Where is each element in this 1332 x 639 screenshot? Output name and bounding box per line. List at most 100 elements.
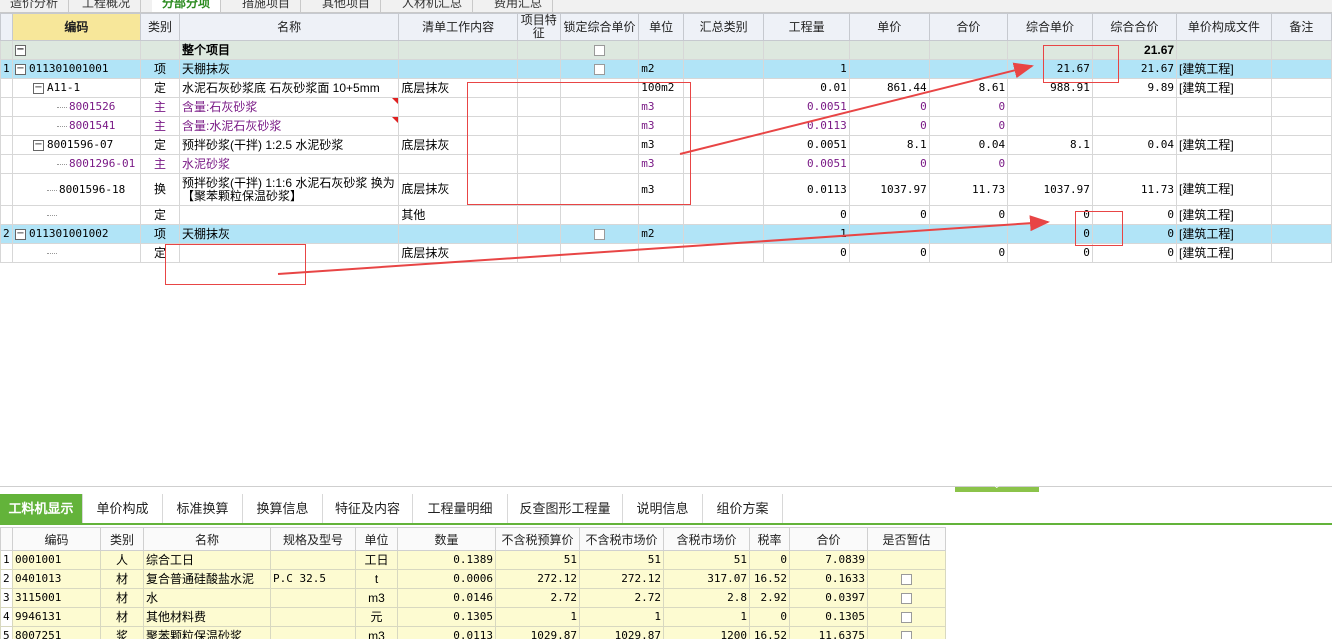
row-name[interactable]: 含量:石灰砂浆 — [179, 97, 400, 117]
row-qty[interactable]: 1 — [763, 59, 850, 79]
row-tax-market[interactable]: 1 — [663, 607, 750, 627]
table-row[interactable]: 1 0001001 人 综合工日 工日 0.1389 51 51 51 0 7.… — [0, 550, 946, 570]
header-unit[interactable]: 单位 — [355, 527, 398, 551]
header-summary-type[interactable]: 汇总类别 — [682, 13, 765, 41]
header-name[interactable]: 名称 — [143, 527, 271, 551]
row-qty[interactable]: 0 — [763, 205, 850, 225]
tab-measures[interactable]: 措施项目 — [232, 0, 302, 12]
tab-unit-price-composition[interactable]: 单价构成 — [83, 494, 163, 523]
row-name[interactable] — [179, 205, 400, 225]
table-row[interactable]: 2 0401013 材 复合普通硅酸盐水泥 P.C 32.5 t 0.0006 … — [0, 569, 946, 589]
tab-fee-summary[interactable]: 费用汇总 — [484, 0, 554, 12]
row-name[interactable]: 预拌砂浆(干拌) 1:2.5 水泥砂浆 — [179, 135, 400, 155]
tab-graphic-quantity[interactable]: 反查图形工程量 — [508, 494, 623, 523]
provisional-checkbox[interactable] — [901, 611, 912, 623]
row-content[interactable] — [398, 224, 518, 244]
row-code[interactable]: 9946131 — [12, 607, 101, 627]
row-tax-rate[interactable]: 16.52 — [749, 626, 790, 639]
table-row-project[interactable]: − 整个项目 21.67 — [0, 40, 1332, 60]
row-tax-rate[interactable]: 2.92 — [749, 588, 790, 608]
row-name[interactable]: 天棚抹灰 — [179, 224, 400, 244]
row-spec[interactable] — [270, 607, 356, 627]
row-tax-market[interactable]: 317.07 — [663, 569, 750, 589]
row-tax-market[interactable]: 2.8 — [663, 588, 750, 608]
row-content[interactable] — [398, 59, 518, 79]
row-name[interactable]: 预拌砂浆(干拌) 1:1:6 水泥石灰砂浆 换为【聚苯颗粒保温砂浆】 — [179, 173, 400, 206]
row-pre-tax-market[interactable]: 51 — [579, 550, 664, 570]
tab-project-overview[interactable]: 工程概况 — [72, 0, 142, 12]
row-unit[interactable]: m3 — [355, 588, 398, 608]
row-tax-rate[interactable]: 0 — [749, 550, 790, 570]
row-qty[interactable]: 0.01 — [763, 78, 850, 98]
table-row[interactable]: 4 9946131 材 其他材料费 元 0.1305 1 1 1 0 0.130… — [0, 607, 946, 627]
row-qty[interactable]: 0.0113 — [763, 116, 850, 136]
row-qty[interactable]: 0.0051 — [763, 97, 850, 117]
row-qty[interactable]: 0.0146 — [397, 588, 496, 608]
tab-labor-material-summary[interactable]: 人材机汇总 — [392, 0, 474, 12]
header-provisional[interactable]: 是否暂估 — [867, 527, 946, 551]
header-spec[interactable]: 规格及型号 — [270, 527, 356, 551]
row-tax-rate[interactable]: 0 — [749, 607, 790, 627]
tab-quantity-detail[interactable]: 工程量明细 — [413, 494, 508, 523]
header-feature[interactable]: 项目特征 — [516, 13, 561, 41]
header-type[interactable]: 类别 — [139, 13, 181, 41]
row-price-file[interactable]: [建筑工程] — [1176, 224, 1272, 244]
header-name[interactable]: 名称 — [179, 13, 400, 41]
row-qty[interactable]: 0.0051 — [763, 135, 850, 155]
header-content[interactable]: 清单工作内容 — [398, 13, 518, 41]
header-tax-market[interactable]: 含税市场价 — [663, 527, 750, 551]
row-name[interactable]: 综合工日 — [143, 550, 271, 570]
header-remark[interactable]: 备注 — [1270, 13, 1332, 41]
row-pre-tax-market[interactable]: 2.72 — [579, 588, 664, 608]
table-row[interactable]: 2 −011301001002 项 天棚抹灰 m2 1 0 0 [建筑工程] — [0, 224, 1332, 244]
collapse-icon[interactable]: − — [14, 63, 26, 75]
row-qty[interactable]: 0.0113 — [397, 626, 496, 639]
row-name[interactable]: 水泥石灰砂浆底 石灰砂浆面 10+5mm — [179, 78, 400, 98]
tab-labor-material-machine[interactable]: 工料机显示 — [0, 494, 83, 523]
row-tax-market[interactable]: 1200 — [663, 626, 750, 639]
row-content[interactable]: 底层抹灰 — [398, 243, 518, 263]
header-unit[interactable]: 单位 — [638, 13, 684, 41]
row-unit[interactable]: 工日 — [355, 550, 398, 570]
row-unit[interactable] — [638, 243, 684, 263]
provisional-checkbox[interactable] — [901, 573, 912, 585]
row-spec[interactable]: P.C 32.5 — [270, 569, 356, 589]
header-total-price[interactable]: 合价 — [928, 13, 1009, 41]
row-code[interactable]: 0401013 — [12, 569, 101, 589]
row-name[interactable]: 水泥砂浆 — [179, 154, 400, 174]
tab-other-items[interactable]: 其他项目 — [312, 0, 382, 12]
collapse-icon[interactable]: − — [32, 139, 44, 151]
row-unit[interactable]: 元 — [355, 607, 398, 627]
row-price-file[interactable]: [建筑工程] — [1176, 205, 1272, 225]
lock-checkbox[interactable] — [593, 63, 605, 75]
row-qty[interactable]: 0.0006 — [397, 569, 496, 589]
table-row[interactable]: 1 −011301001001 项 天棚抹灰 m2 1 21.67 21.67 … — [0, 59, 1332, 79]
row-qty[interactable]: 0.1305 — [397, 607, 496, 627]
header-type[interactable]: 类别 — [100, 527, 144, 551]
row-name[interactable]: 聚苯颗粒保温砂浆 — [143, 626, 271, 639]
header-comp-total[interactable]: 综合合价 — [1091, 13, 1178, 41]
row-spec[interactable] — [270, 626, 356, 639]
row-pre-tax-market[interactable]: 1029.87 — [579, 626, 664, 639]
row-qty[interactable]: 0.0113 — [763, 173, 850, 206]
provisional-checkbox[interactable] — [901, 630, 912, 639]
row-unit[interactable]: t — [355, 569, 398, 589]
row-spec[interactable] — [270, 588, 356, 608]
table-row[interactable]: 3 3115001 材 水 m3 0.0146 2.72 2.72 2.8 2.… — [0, 588, 946, 608]
header-unit-price[interactable]: 单价 — [848, 13, 930, 41]
splitter-grip[interactable]: ⌄ — [955, 481, 1039, 492]
row-qty[interactable]: 0 — [763, 243, 850, 263]
tab-standard-conversion[interactable]: 标准换算 — [163, 494, 243, 523]
row-name[interactable]: 复合普通硅酸盐水泥 — [143, 569, 271, 589]
row-qty[interactable]: 0.0051 — [763, 154, 850, 174]
header-pre-tax-budget[interactable]: 不含税预算价 — [495, 527, 580, 551]
header-qty[interactable]: 数量 — [397, 527, 496, 551]
header-qty[interactable]: 工程量 — [763, 13, 850, 41]
row-price-file[interactable]: [建筑工程] — [1176, 243, 1272, 263]
row-name[interactable]: 含量:水泥石灰砂浆 — [179, 116, 400, 136]
row-pre-tax-market[interactable]: 272.12 — [579, 569, 664, 589]
lock-checkbox[interactable] — [593, 228, 605, 240]
project-expander-cell[interactable]: − — [11, 40, 141, 60]
table-row[interactable]: 定 其他 0 0 0 0 0 [建筑工程] — [0, 205, 1332, 225]
row-tax-rate[interactable]: 16.52 — [749, 569, 790, 589]
